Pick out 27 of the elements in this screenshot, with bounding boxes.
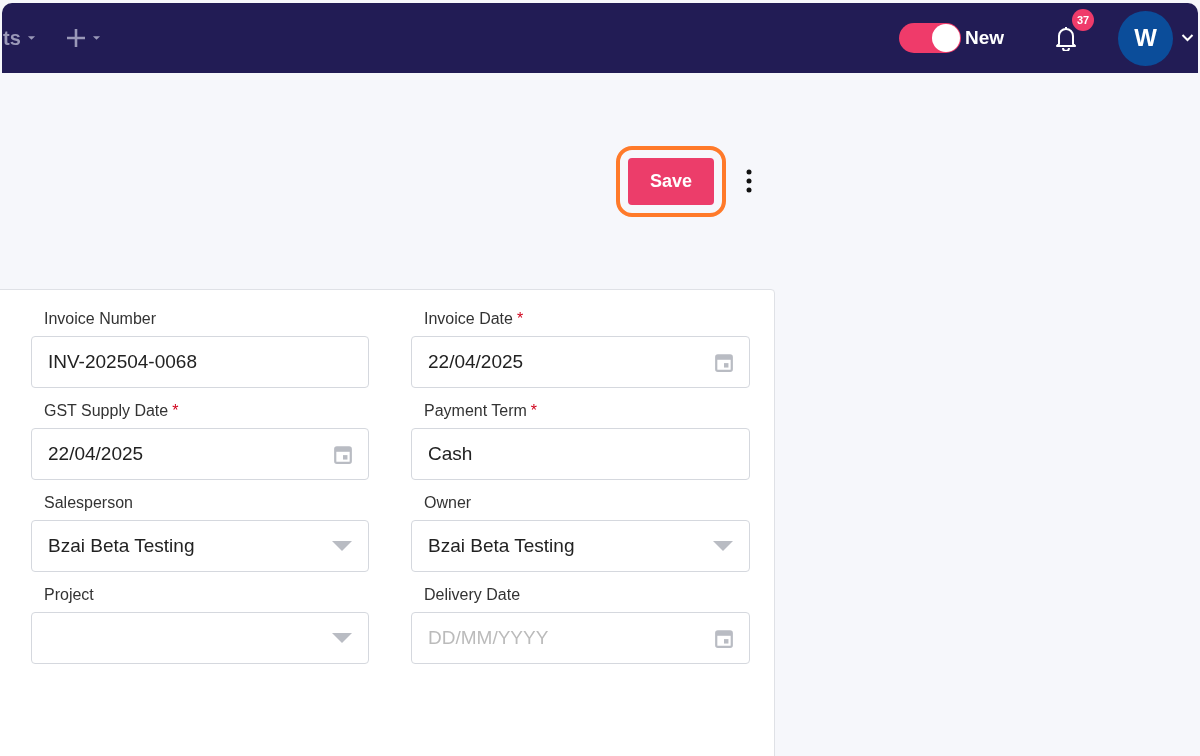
menu-label[interactable]: ts	[3, 26, 21, 50]
field-label: Delivery Date	[423, 586, 522, 604]
field-label: Invoice Number	[43, 310, 158, 328]
field-label: Owner	[423, 494, 473, 512]
field-label: Salesperson	[43, 494, 134, 512]
input-field[interactable]: INV-202504-0068	[31, 336, 369, 388]
dropdown-field[interactable]: Bzai Beta Testing	[411, 520, 750, 572]
input-field[interactable]: Cash	[411, 428, 750, 480]
field-label: Project	[43, 586, 95, 604]
dropdown-field[interactable]	[31, 612, 369, 664]
avatar[interactable]: W	[1118, 10, 1173, 66]
caret-icon[interactable]	[26, 35, 36, 41]
date-field[interactable]: 22/04/2025	[411, 336, 750, 388]
chevron-icon[interactable]	[1181, 34, 1194, 42]
field-label: Payment Term *	[423, 402, 539, 420]
toggle-label: New	[964, 27, 1004, 49]
plus-icon[interactable]	[65, 28, 86, 48]
toggle-switch[interactable]	[898, 23, 961, 53]
dropdown-field[interactable]: Bzai Beta Testing	[31, 520, 369, 572]
save-button[interactable]: Save	[628, 157, 714, 205]
caret-icon[interactable]	[91, 35, 101, 41]
notification-badge: 37	[1072, 9, 1094, 31]
field-label: Invoice Date *	[423, 310, 525, 328]
more-icon[interactable]	[746, 169, 752, 193]
date-field[interactable]: 22/04/2025	[31, 428, 369, 480]
bell-icon[interactable]	[1054, 25, 1078, 51]
field-label: GST Supply Date *	[43, 402, 180, 420]
